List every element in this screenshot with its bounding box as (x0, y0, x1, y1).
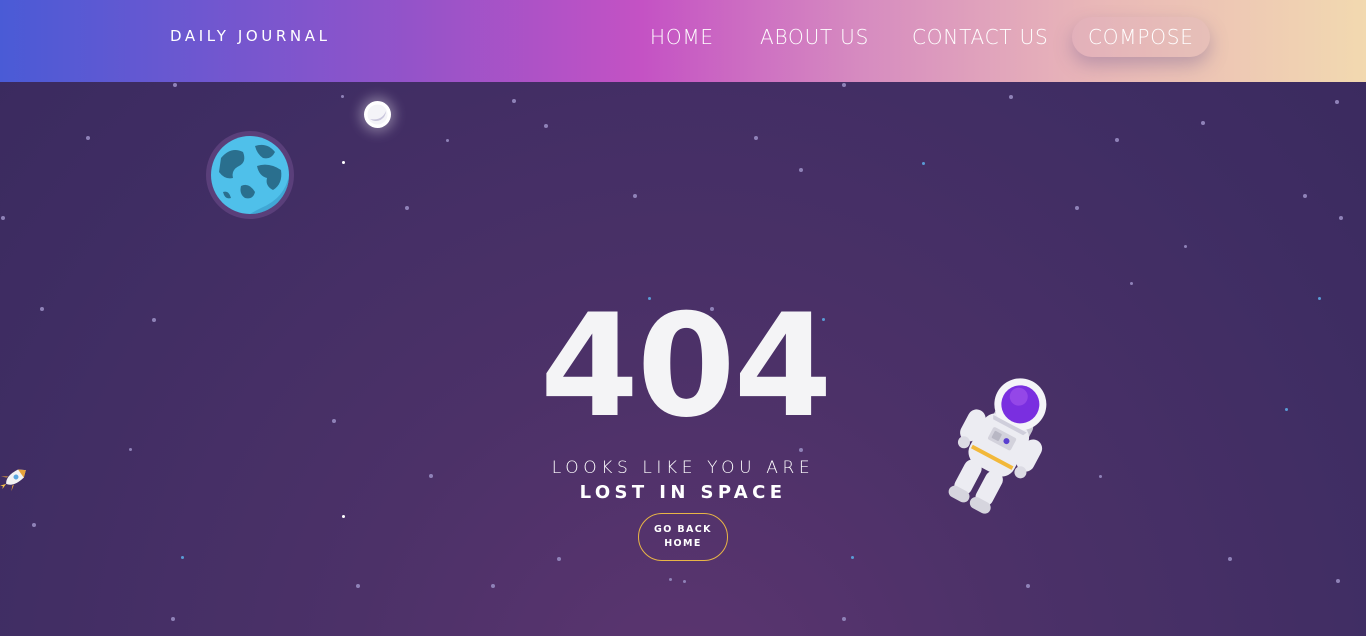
star (1228, 557, 1232, 561)
star (341, 95, 344, 98)
star (842, 83, 846, 87)
star (171, 617, 175, 621)
star (1285, 408, 1288, 411)
star (1201, 121, 1205, 125)
star (356, 584, 360, 588)
brand-logo[interactable]: DAILY JOURNAL (170, 27, 331, 45)
star (1335, 100, 1339, 104)
star (1026, 584, 1030, 588)
star (1115, 138, 1119, 142)
star (173, 83, 177, 87)
star (342, 161, 345, 164)
star (429, 474, 433, 478)
star (40, 307, 44, 311)
star (491, 584, 495, 588)
star (683, 580, 686, 583)
star (1318, 297, 1321, 300)
star (842, 617, 846, 621)
moon-icon (364, 101, 391, 128)
rocket-icon (0, 460, 32, 498)
star (86, 136, 90, 140)
star (1336, 579, 1340, 583)
star (1009, 95, 1013, 99)
star (332, 419, 336, 423)
error-message-line2: LOST IN SPACE (579, 482, 787, 503)
go-back-home-button[interactable]: GO BACK HOME (638, 513, 728, 561)
star (754, 136, 758, 140)
star (512, 99, 516, 103)
navbar: DAILY JOURNAL HOME ABOUT US CONTACT US C… (0, 0, 1366, 82)
star (32, 523, 36, 527)
nav-link-home[interactable]: HOME (650, 25, 714, 49)
nav-link-compose[interactable]: COMPOSE (1072, 17, 1210, 57)
star (1075, 206, 1079, 210)
star (544, 124, 548, 128)
star (152, 318, 156, 322)
star (1184, 245, 1187, 248)
star (1, 216, 5, 220)
error-message-line1: LOOKS LIKE YOU ARE (551, 458, 815, 478)
star (557, 557, 561, 561)
star (1339, 216, 1343, 220)
nav-link-about-us[interactable]: ABOUT US (760, 25, 869, 49)
star (633, 194, 637, 198)
planet-icon (206, 131, 294, 219)
star (405, 206, 409, 210)
star (922, 162, 925, 165)
star (446, 139, 449, 142)
nav-link-contact-us[interactable]: CONTACT US (912, 25, 1049, 49)
star (1303, 194, 1307, 198)
star (129, 448, 132, 451)
star (1099, 475, 1102, 478)
star (669, 578, 672, 581)
star (1130, 282, 1133, 285)
star (181, 556, 184, 559)
star (342, 515, 345, 518)
error-code: 404 (540, 284, 832, 449)
astronaut-icon (926, 378, 1092, 522)
star (799, 168, 803, 172)
star (851, 556, 854, 559)
